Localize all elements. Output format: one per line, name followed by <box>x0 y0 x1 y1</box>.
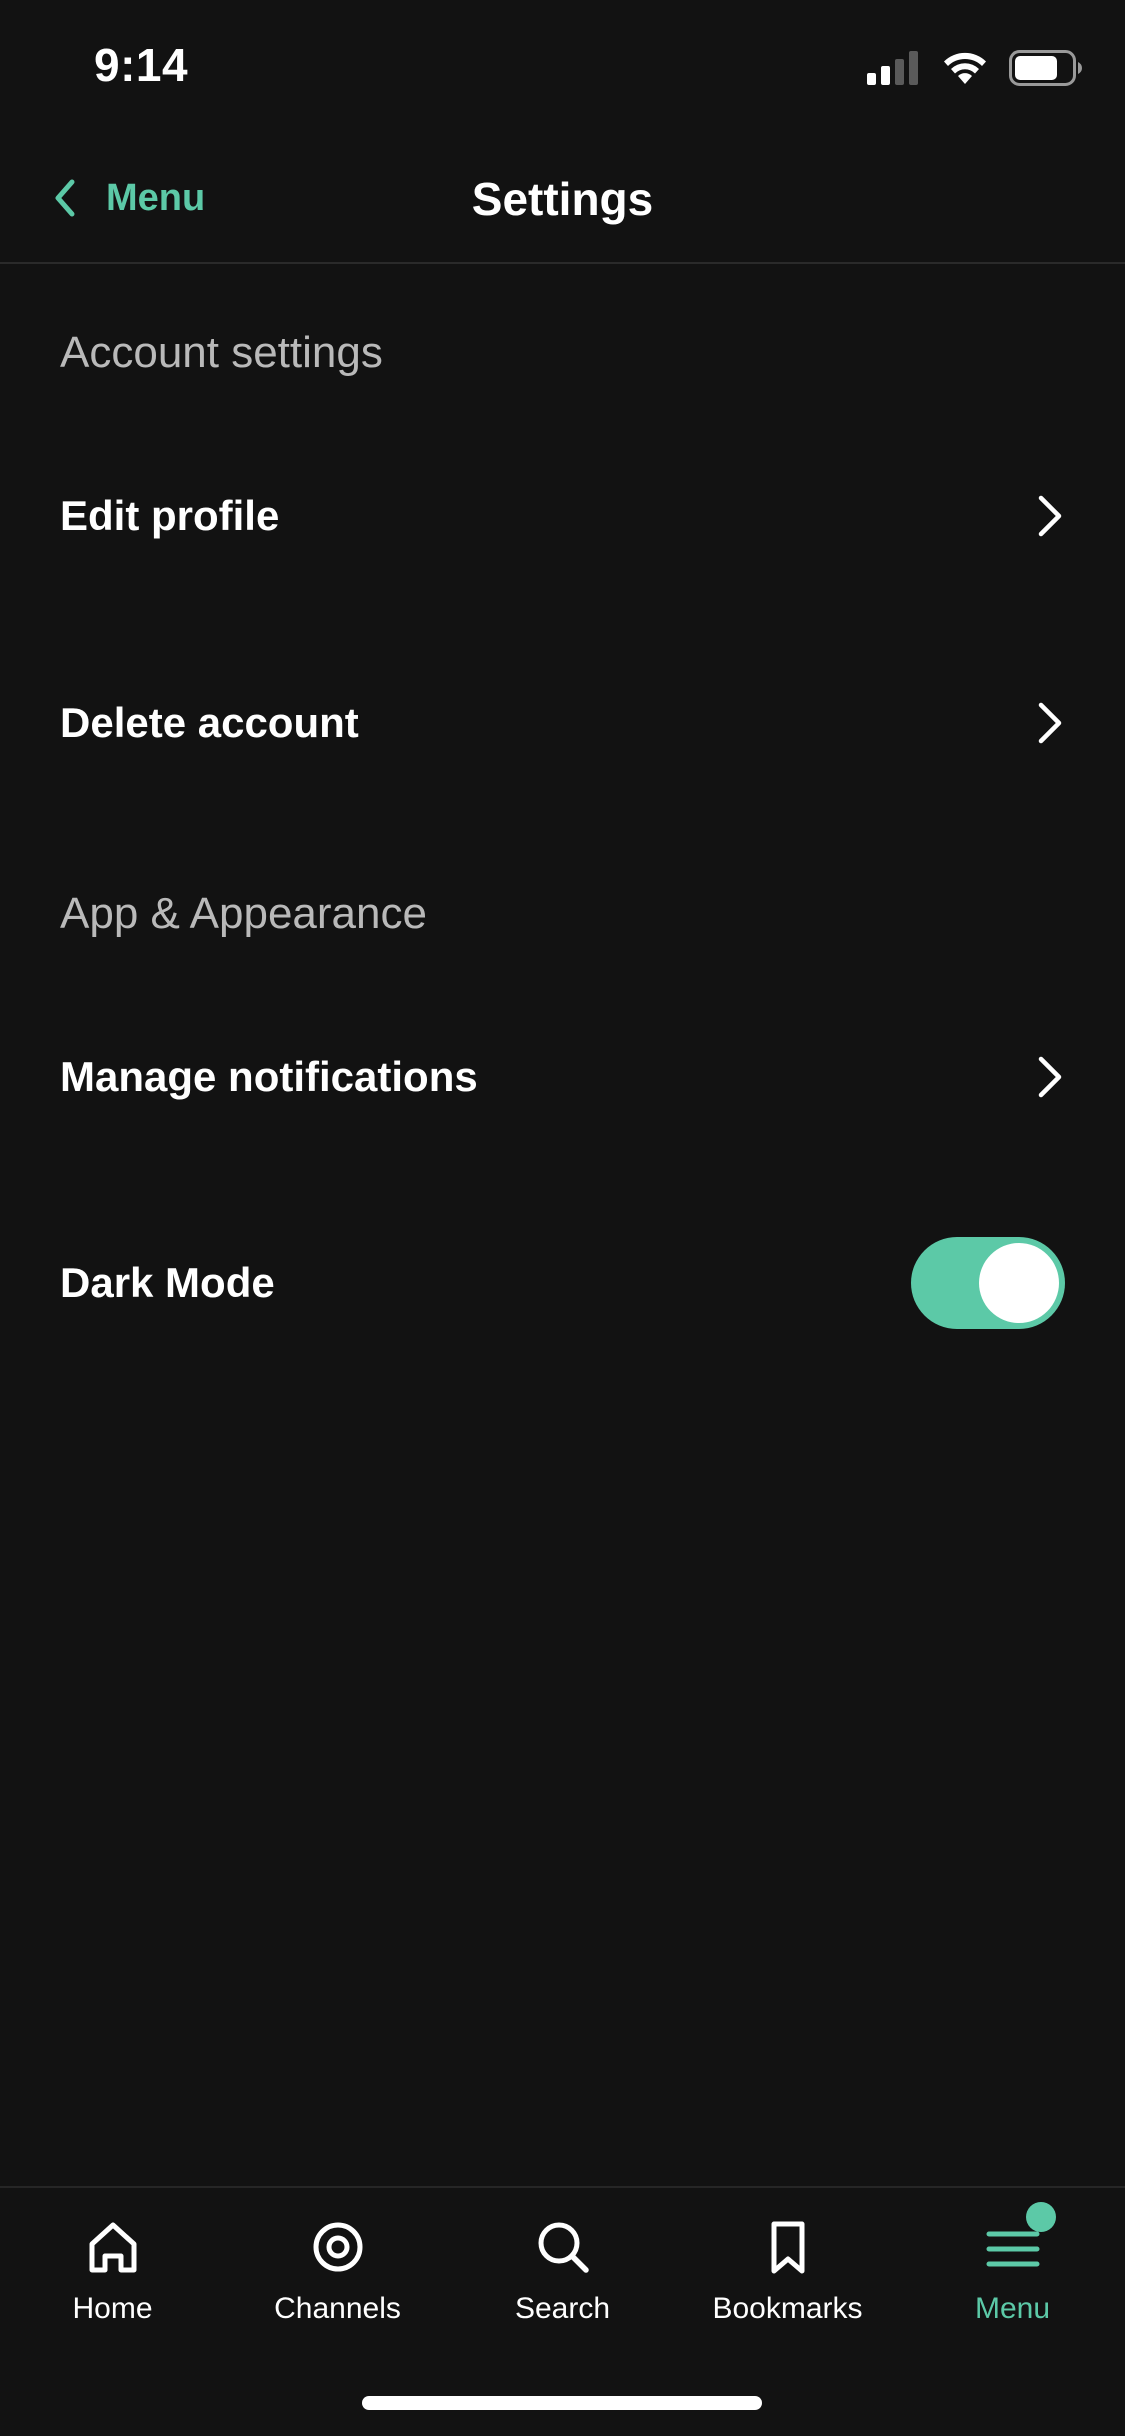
tab-label: Channels <box>274 2292 401 2325</box>
tab-label: Home <box>72 2292 153 2325</box>
chevron-right-icon <box>1038 1056 1062 1098</box>
tab-home[interactable]: Home <box>0 2216 225 2336</box>
delete-account-label: Delete account <box>60 699 359 746</box>
section-header-account: Account settings <box>60 328 383 377</box>
dark-mode-row: Dark Mode <box>0 1213 1125 1353</box>
chevron-right-icon <box>1038 495 1062 537</box>
nav-header: Menu Settings <box>0 132 1125 264</box>
search-icon <box>538 2222 589 2273</box>
tab-label: Search <box>514 2292 611 2325</box>
home-indicator <box>362 2396 762 2410</box>
status-time: 9:14 <box>94 39 189 91</box>
toggle-knob <box>979 1243 1059 1323</box>
manage-notifications-label: Manage notifications <box>60 1053 478 1100</box>
chevron-right-icon <box>1038 702 1062 744</box>
tab-label: Bookmarks <box>712 2292 863 2325</box>
home-icon <box>89 2222 136 2273</box>
tab-channels[interactable]: Channels <box>225 2216 450 2336</box>
battery-icon <box>1009 50 1082 86</box>
section-header-appearance: App & Appearance <box>60 889 427 938</box>
tab-search[interactable]: Search <box>450 2216 675 2336</box>
bookmark-icon <box>771 2221 804 2274</box>
settings-screen: 9:14 Menu Settings Account settings Edit… <box>0 0 1125 2436</box>
target-icon <box>313 2222 362 2272</box>
tab-menu[interactable]: Menu <box>900 2202 1125 2336</box>
notification-dot <box>1025 2202 1056 2232</box>
edit-profile-row[interactable]: Edit profile <box>0 446 1125 586</box>
dark-mode-toggle[interactable] <box>911 1237 1065 1329</box>
dark-mode-label: Dark Mode <box>60 1259 275 1306</box>
manage-notifications-row[interactable]: Manage notifications <box>0 1007 1125 1147</box>
status-bar: 9:14 <box>0 0 1125 132</box>
edit-profile-label: Edit profile <box>60 492 280 539</box>
page-title: Settings <box>471 173 654 225</box>
tab-label: Menu <box>974 2292 1051 2325</box>
tab-bookmarks[interactable]: Bookmarks <box>675 2216 900 2336</box>
cellular-signal-icon <box>867 51 918 85</box>
status-icons <box>867 46 1083 90</box>
menu-icon-wrapper <box>982 2202 1056 2278</box>
delete-account-row[interactable]: Delete account <box>0 653 1125 793</box>
wifi-icon <box>944 52 986 84</box>
